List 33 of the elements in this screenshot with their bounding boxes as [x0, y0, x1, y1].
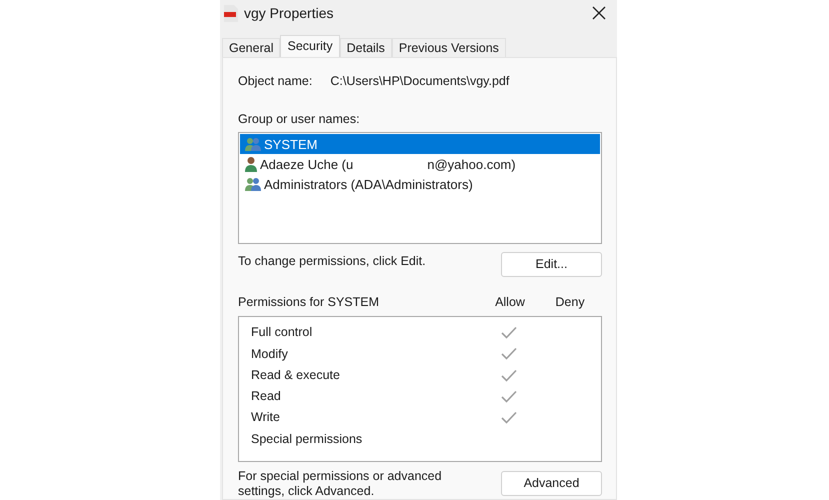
user-list-item[interactable]: Adaeze Uche (u n@yahoo.com)	[240, 154, 600, 174]
users-label: Group or user names:	[238, 110, 361, 128]
user-name: n@yahoo.com)	[427, 156, 516, 174]
edit-button[interactable]: Edit...	[501, 252, 602, 278]
user-icon	[244, 156, 258, 172]
window-title: vgy Properties	[244, 4, 334, 23]
permission-name: Full control	[251, 325, 312, 340]
permission-name: Special permissions	[251, 432, 362, 446]
pdf-file-icon	[224, 4, 238, 22]
advanced-hint: For special permissions or advanced settings, click Advanced.	[238, 469, 443, 499]
user-name: SYSTEM	[264, 136, 318, 154]
user-name: Administrators (ADA\Administrators)	[264, 176, 473, 194]
deny-header: Deny	[554, 294, 586, 312]
group-icon	[244, 176, 262, 192]
tab[interactable]: Previous Versions	[392, 38, 506, 57]
user-list-item[interactable]: Administrators (ADA\Administrators)	[240, 174, 600, 194]
tab[interactable]: General	[222, 38, 280, 57]
edit-hint: To change permissions, click Edit.	[238, 253, 426, 270]
permission-name: Write	[251, 410, 280, 424]
permission-name: Read	[251, 389, 281, 404]
close-icon	[592, 6, 606, 20]
advanced-button[interactable]: Advanced	[501, 471, 602, 496]
tab[interactable]: Details	[340, 38, 392, 57]
allow-header: Allow	[494, 294, 526, 312]
permissions-title: Permissions for SYSTEM	[238, 294, 380, 312]
tab[interactable]: Security	[280, 34, 340, 57]
permission-name: Read & execute	[251, 368, 340, 382]
group-icon	[244, 136, 262, 152]
user-list-item[interactable]: SYSTEM	[240, 134, 600, 154]
object-name-label: Object name:	[238, 72, 312, 90]
object-name-value: C:\Users\HP\Documents\vgy.pdf	[330, 72, 510, 90]
user-name: Adaeze Uche (u	[260, 156, 354, 174]
permission-name: Modify	[251, 346, 288, 361]
